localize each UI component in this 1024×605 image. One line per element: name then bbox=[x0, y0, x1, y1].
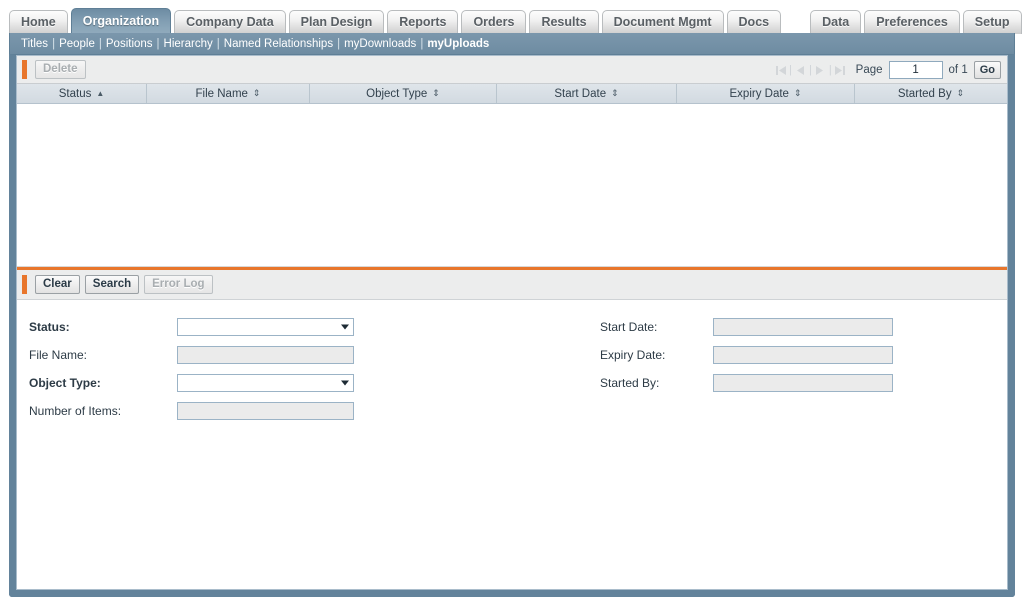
label-start-date: Start Date: bbox=[600, 319, 658, 334]
subnav-item-positions[interactable]: Positions bbox=[106, 38, 153, 50]
sort-toggle-icon[interactable]: ⇕ bbox=[253, 89, 261, 98]
search-form-left-column: Status: File Name: Object Type: Number of I… bbox=[29, 314, 499, 426]
tab-orders[interactable]: Orders bbox=[461, 10, 527, 34]
file-name-input[interactable] bbox=[177, 345, 354, 364]
content-frame: Delete | | | Page 1 of 1 Go Status ▲ Fil… bbox=[9, 54, 1015, 597]
form-row: Started By: bbox=[600, 370, 1000, 395]
grid-header-started-by[interactable]: Started By ⇕ bbox=[855, 84, 1007, 103]
status-dropdown[interactable] bbox=[177, 317, 354, 336]
form-row: Start Date: bbox=[600, 314, 1000, 339]
search-buttons-group: Clear Search Error Log bbox=[35, 275, 218, 294]
main-tab-bar: Home Organization Company Data Plan Design R… bbox=[0, 0, 1024, 34]
subnav-item-myuploads[interactable]: myUploads bbox=[427, 38, 489, 50]
label-expiry-date: Expiry Date: bbox=[600, 347, 666, 362]
sort-toggle-icon[interactable]: ⇕ bbox=[432, 89, 440, 98]
form-row: File Name: bbox=[29, 342, 499, 367]
search-form: Status: File Name: Object Type: Number of I… bbox=[17, 300, 1007, 589]
subnav-item-mydownloads[interactable]: myDownloads bbox=[344, 38, 416, 50]
tab-results[interactable]: Results bbox=[529, 10, 599, 34]
form-row: Object Type: bbox=[29, 370, 499, 395]
last-page-icon[interactable] bbox=[834, 64, 847, 77]
first-page-icon[interactable] bbox=[774, 64, 787, 77]
chevron-down-icon[interactable] bbox=[341, 380, 349, 385]
search-form-right-column: Start Date: Expiry Date: Started By: bbox=[600, 314, 1000, 398]
tab-preferences[interactable]: Preferences bbox=[864, 10, 960, 34]
page-number-input[interactable] bbox=[888, 61, 943, 79]
grid-header-label: Started By bbox=[897, 87, 952, 100]
form-row: Status: bbox=[29, 314, 499, 339]
grid-header-expiry-date[interactable]: Expiry Date ⇕ bbox=[677, 84, 855, 103]
application-window: Home Organization Company Data Plan Design R… bbox=[0, 0, 1024, 605]
chevron-down-icon[interactable] bbox=[341, 324, 349, 329]
subnav-item-titles[interactable]: Titles bbox=[21, 38, 48, 50]
grid-toolbar: Delete | | | Page 1 of 1 Go bbox=[17, 56, 1007, 84]
delete-button[interactable]: Delete bbox=[35, 60, 86, 79]
start-date-input[interactable] bbox=[713, 317, 893, 336]
tab-docs[interactable]: Docs bbox=[726, 10, 782, 34]
orange-accent-marker-search bbox=[22, 275, 27, 294]
content-frame-inner: Delete | | | Page 1 of 1 Go Status ▲ Fil… bbox=[16, 55, 1008, 590]
form-row: Expiry Date: bbox=[600, 342, 1000, 367]
tab-organization[interactable]: Organization bbox=[70, 8, 172, 34]
page-total-label: of 1 bbox=[948, 64, 968, 76]
orange-accent-marker bbox=[22, 60, 27, 79]
grid-header-object-type[interactable]: Object Type ⇕ bbox=[310, 84, 497, 103]
tab-data[interactable]: Data bbox=[810, 10, 862, 34]
tab-setup[interactable]: Setup bbox=[962, 10, 1022, 34]
subnav-separator: | bbox=[98, 37, 102, 50]
pager-divider-3: | bbox=[828, 64, 832, 76]
error-log-button[interactable]: Error Log bbox=[144, 275, 213, 294]
pager-divider-1: | bbox=[789, 64, 792, 76]
go-button[interactable]: Go bbox=[973, 61, 1001, 79]
clear-button[interactable]: Clear bbox=[35, 275, 80, 294]
pager-divider-2: | bbox=[808, 64, 812, 76]
number-of-items-input[interactable] bbox=[177, 401, 354, 420]
label-object-type: Object Type: bbox=[29, 375, 101, 390]
grid-header-label: File Name bbox=[195, 87, 248, 100]
subnav-separator: | bbox=[52, 37, 56, 50]
label-number-of-items: Number of Items: bbox=[29, 403, 122, 418]
sub-navigation-bar: Titles | People | Positions | Hierarchy | Named … bbox=[9, 33, 1015, 54]
grid-column-headers: Status ▲ File Name ⇕ Object Type ⇕ Start Date ⇕… bbox=[17, 84, 1007, 104]
tab-company-data[interactable]: Company Data bbox=[174, 10, 286, 34]
expiry-date-input[interactable] bbox=[713, 345, 893, 364]
search-button[interactable]: Search bbox=[84, 275, 140, 294]
previous-page-icon[interactable] bbox=[794, 64, 807, 77]
sort-toggle-icon[interactable]: ⇕ bbox=[611, 89, 619, 98]
grid-header-label: Object Type bbox=[366, 87, 428, 100]
grid-header-status[interactable]: Status ▲ bbox=[17, 84, 147, 103]
sort-ascending-icon[interactable]: ▲ bbox=[96, 89, 104, 98]
tab-document-mgmt[interactable]: Document Mgmt bbox=[601, 10, 724, 34]
grid-header-label: Start Date bbox=[554, 87, 607, 100]
tab-plan-design[interactable]: Plan Design bbox=[288, 10, 385, 34]
next-page-icon[interactable] bbox=[814, 64, 827, 77]
label-started-by: Started By: bbox=[600, 375, 660, 390]
started-by-input[interactable] bbox=[713, 373, 893, 392]
subnav-item-named-relationships[interactable]: Named Relationships bbox=[224, 38, 333, 50]
tab-home[interactable]: Home bbox=[9, 10, 68, 34]
search-button-bar: Clear Search Error Log bbox=[17, 270, 1007, 300]
form-row: Number of Items: bbox=[29, 398, 499, 423]
page-label: Page bbox=[855, 64, 883, 76]
tab-reports[interactable]: Reports bbox=[387, 10, 459, 34]
label-status: Status: bbox=[29, 319, 70, 334]
grid-header-label: Expiry Date bbox=[729, 87, 789, 100]
subnav-item-people[interactable]: People bbox=[59, 38, 95, 50]
subnav-separator: | bbox=[420, 37, 424, 50]
subnav-item-hierarchy[interactable]: Hierarchy bbox=[164, 38, 213, 50]
grid-header-start-date[interactable]: Start Date ⇕ bbox=[497, 84, 677, 103]
grid-body bbox=[17, 104, 1007, 266]
grid-header-file-name[interactable]: File Name ⇕ bbox=[147, 84, 310, 103]
pagination-controls: | | | Page 1 of 1 Go bbox=[773, 56, 1001, 84]
sort-toggle-icon[interactable]: ⇕ bbox=[794, 89, 802, 98]
subnav-separator: | bbox=[337, 37, 341, 50]
label-file-name: File Name: bbox=[29, 347, 88, 362]
subnav-separator: | bbox=[216, 37, 220, 50]
subnav-separator: | bbox=[156, 37, 160, 50]
grid-header-label: Status bbox=[58, 87, 92, 100]
object-type-dropdown[interactable] bbox=[177, 373, 354, 392]
sort-toggle-icon[interactable]: ⇕ bbox=[957, 89, 965, 98]
